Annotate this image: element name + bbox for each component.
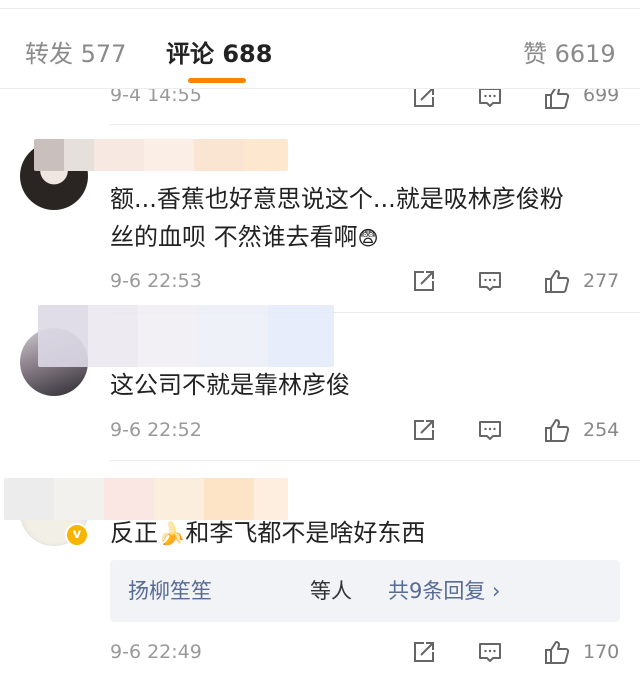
username-redacted[interactable] <box>34 139 288 171</box>
tab-reposts[interactable]: 转发 577 <box>25 34 126 69</box>
comment-text-part: 丝的血呗 不然谁去看啊 <box>110 223 358 251</box>
tab-comments[interactable]: 评论 688 <box>166 34 272 69</box>
top-divider <box>0 8 640 9</box>
reply-suffix: 等人 <box>310 579 352 603</box>
comment-separator <box>110 460 640 461</box>
share-icon[interactable] <box>410 268 436 294</box>
share-icon[interactable] <box>410 639 436 665</box>
like-count: 254 <box>583 419 620 441</box>
banana-emoji: 🍌 <box>158 522 186 547</box>
comment-text-part: 反正 <box>110 519 158 547</box>
comment-text-line: 额...香蕉也好意思说这个...就是吸林彦俊粉 <box>110 185 564 213</box>
reply-usernames[interactable]: 扬柳笙笙 <box>128 560 212 622</box>
comment-text-part: 和李飞都不是啥好东西 <box>185 519 426 547</box>
like-count: 277 <box>583 270 620 292</box>
tab-likes[interactable]: 赞 6619 <box>523 34 616 69</box>
comment-timestamp: 9-6 22:49 <box>110 641 202 663</box>
fearful-face-emoji: 😨 <box>357 226 379 250</box>
active-tab-indicator <box>188 78 246 83</box>
comment-icon[interactable] <box>477 639 503 665</box>
comment-text: 反正🍌和李飞都不是啥好东西 <box>110 514 425 554</box>
share-icon[interactable] <box>410 417 436 443</box>
tab-bar: 转发 577 评论 688 赞 6619 <box>0 18 640 88</box>
comment-text-line: 这公司不就是靠林彦俊 <box>110 371 350 399</box>
replies-preview[interactable]: 扬柳笙笙 等人 共9条回复 › <box>110 560 620 622</box>
comment-timestamp: 9-6 22:52 <box>110 419 202 441</box>
comment-text: 额...香蕉也好意思说这个...就是吸林彦俊粉 丝的血呗 不然谁去看啊😨 <box>110 180 564 257</box>
verified-badge-icon: v <box>65 523 89 547</box>
comment-icon[interactable] <box>477 417 503 443</box>
comment-text-line: 丝的血呗 不然谁去看啊😨 <box>110 218 564 257</box>
like-icon[interactable] <box>544 639 570 665</box>
comment-text: 这公司不就是靠林彦俊 <box>110 366 350 404</box>
username-redacted[interactable] <box>38 305 334 367</box>
comment-icon[interactable] <box>477 268 503 294</box>
comment-timestamp: 9-6 22:53 <box>110 270 202 292</box>
reply-count-link[interactable]: 共9条回复 › <box>388 560 500 622</box>
like-icon[interactable] <box>544 268 570 294</box>
comment-separator <box>110 124 640 125</box>
like-count: 170 <box>583 641 620 663</box>
tab-bar-divider <box>0 88 640 89</box>
like-icon[interactable] <box>544 417 570 443</box>
